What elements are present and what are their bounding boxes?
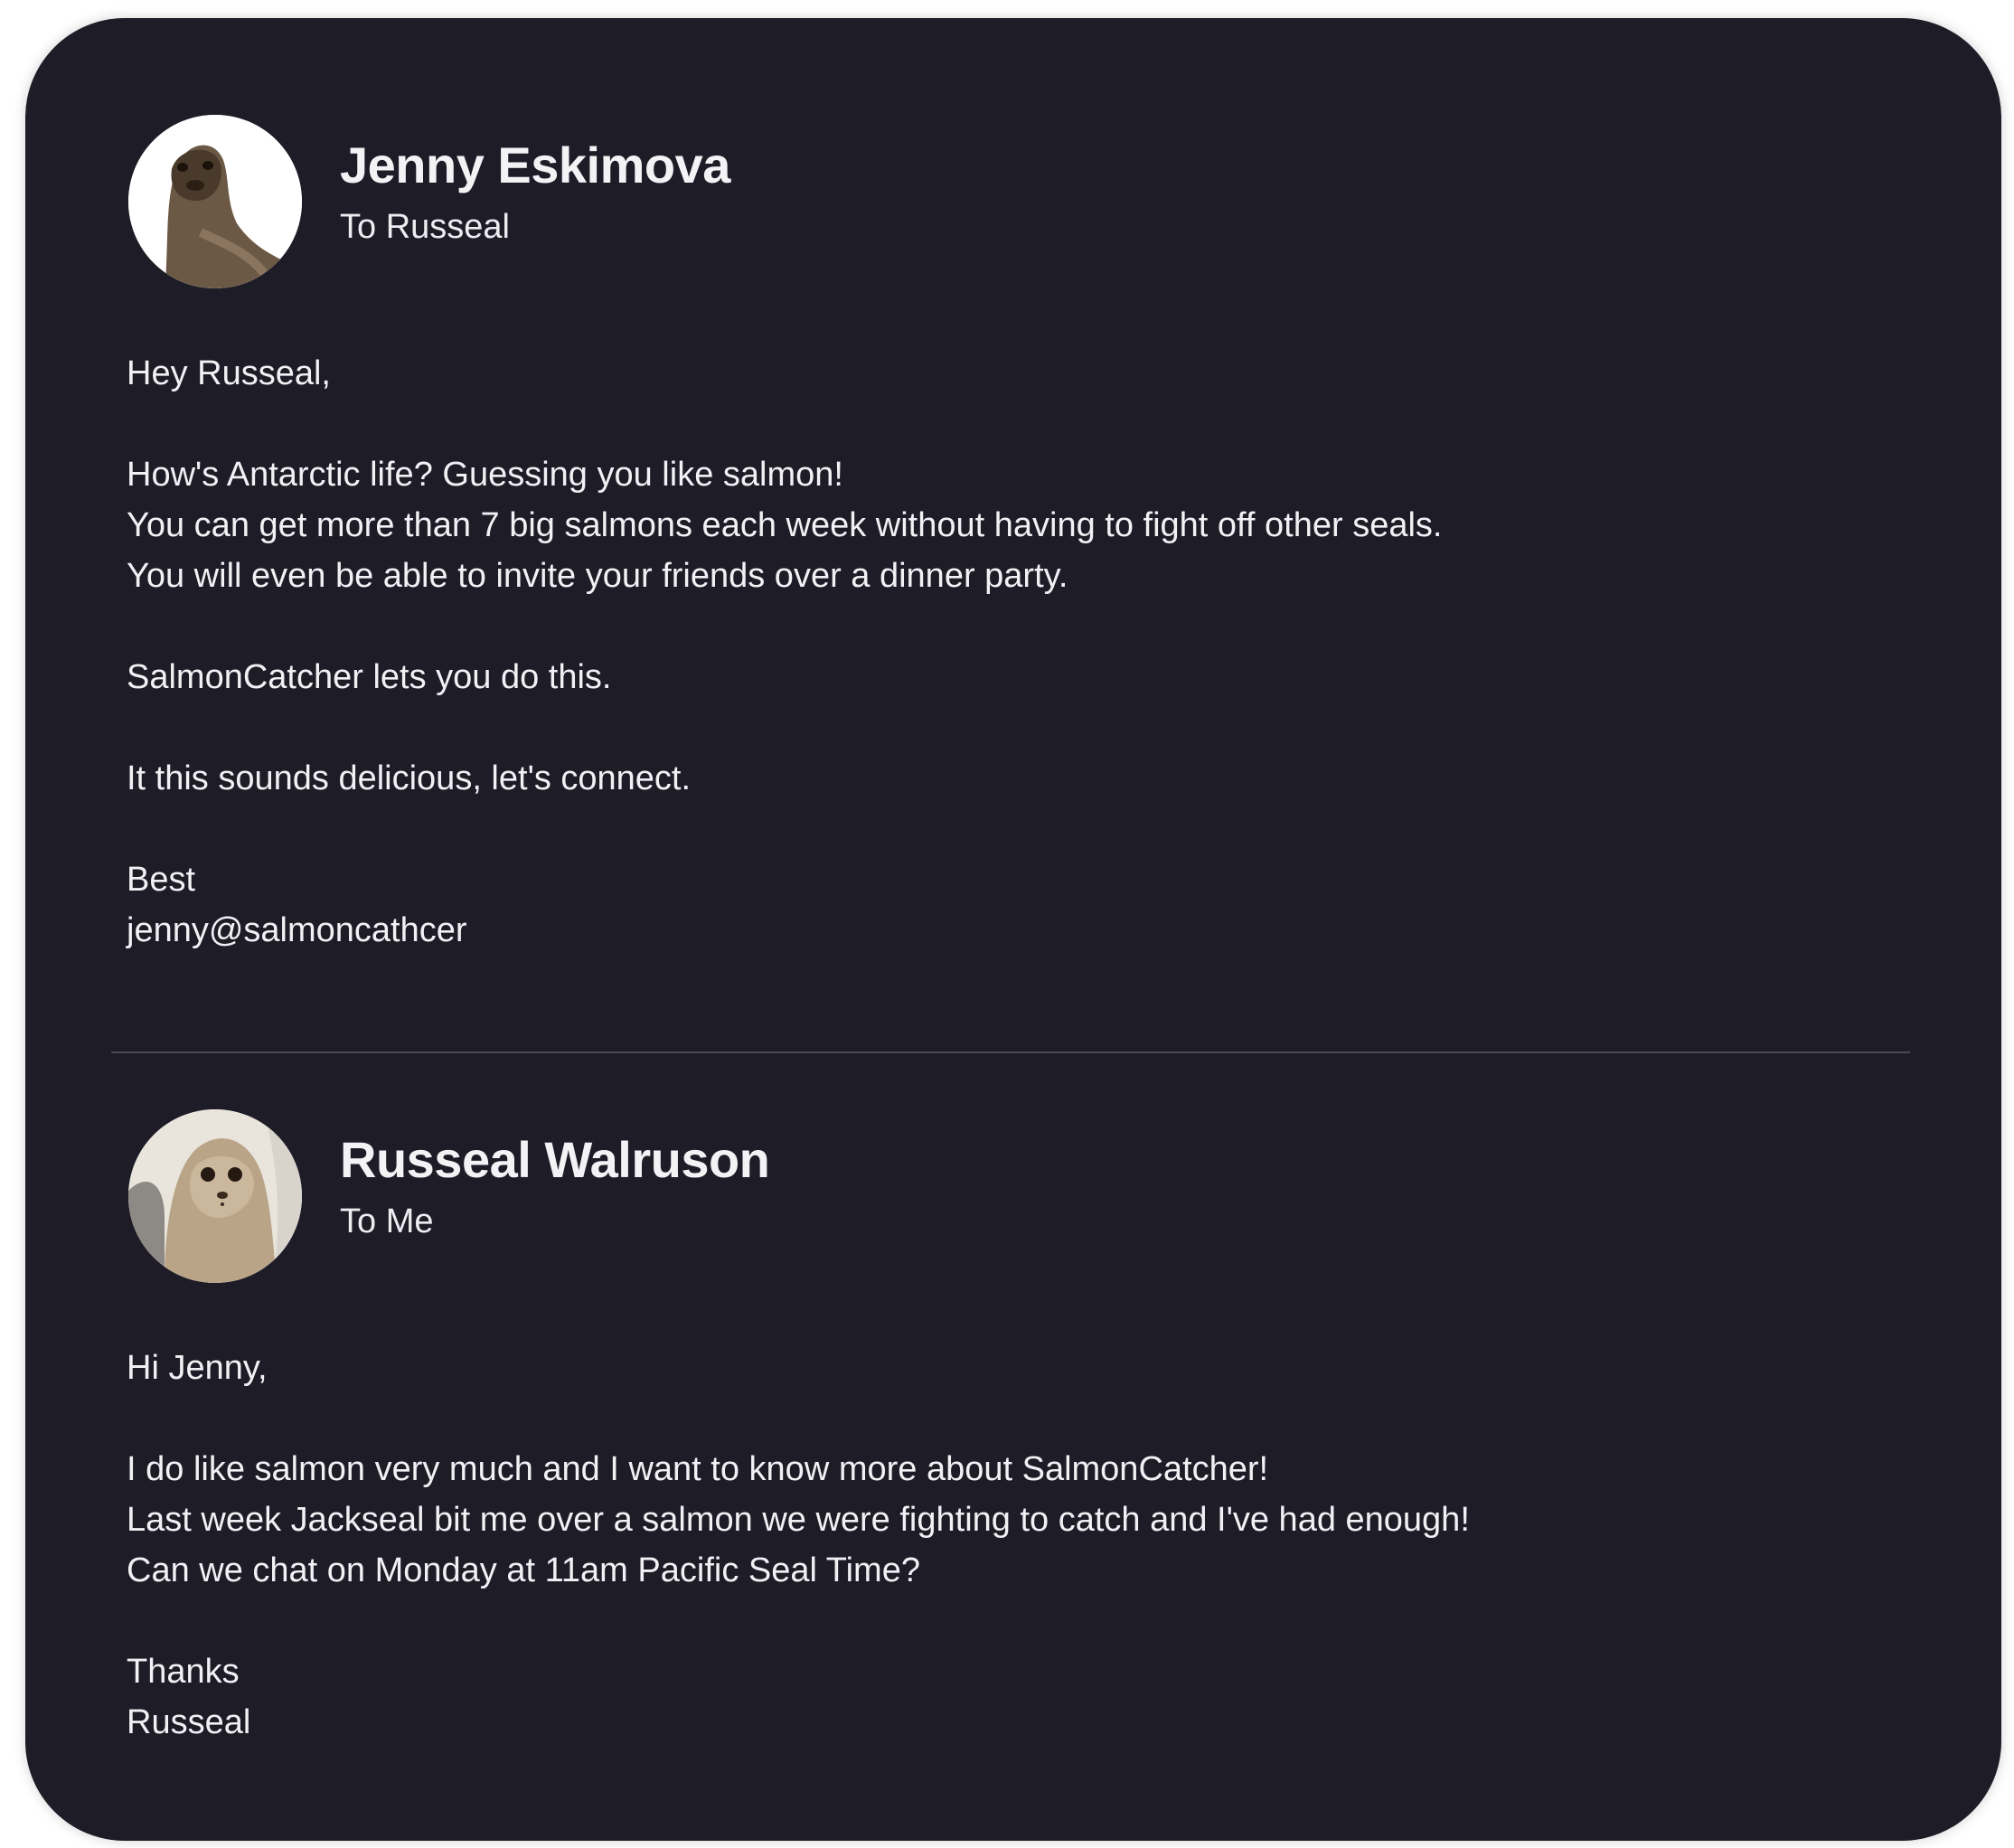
body-line: Can we chat on Monday at 11am Pacific Se…: [127, 1551, 920, 1589]
body-line: Last week Jackseal bit me over a salmon …: [127, 1501, 1470, 1539]
greeting: Hey Russeal,: [127, 354, 331, 392]
signoff: Best: [127, 861, 196, 899]
sender-name: Jenny Eskimova: [340, 137, 730, 193]
sender-name: Russeal Walruson: [340, 1131, 770, 1188]
body-line: You can get more than 7 big salmons each…: [127, 506, 1443, 544]
seal-avatar-icon: [128, 1109, 302, 1283]
seal-avatar-icon: [128, 115, 302, 288]
body-line: How's Antarctic life? Guessing you like …: [127, 456, 843, 494]
body-line: SalmonCatcher lets you do this.: [127, 658, 612, 696]
greeting: Hi Jenny,: [127, 1349, 268, 1387]
recipient-label: To Russeal: [340, 208, 510, 246]
signature: Russeal: [127, 1703, 251, 1741]
sender-avatar[interactable]: [128, 115, 302, 288]
email-body: Hi Jenny, I do like salmon very much and…: [127, 1343, 1470, 1748]
sender-avatar[interactable]: [128, 1109, 302, 1283]
body-line: I do like salmon very much and I want to…: [127, 1450, 1269, 1488]
recipient-label: To Me: [340, 1202, 434, 1240]
message-divider: [111, 1051, 1910, 1053]
body-line: You will even be able to invite your fri…: [127, 557, 1068, 595]
email-thread-card: Jenny Eskimova To Russeal Hey Russeal, H…: [25, 18, 2001, 1841]
body-line: It this sounds delicious, let's connect.: [127, 759, 692, 797]
signature-email[interactable]: jenny@salmoncathcer: [127, 905, 1442, 956]
signoff: Thanks: [127, 1653, 240, 1691]
email-body: Hey Russeal, How's Antarctic life? Guess…: [127, 348, 1442, 956]
